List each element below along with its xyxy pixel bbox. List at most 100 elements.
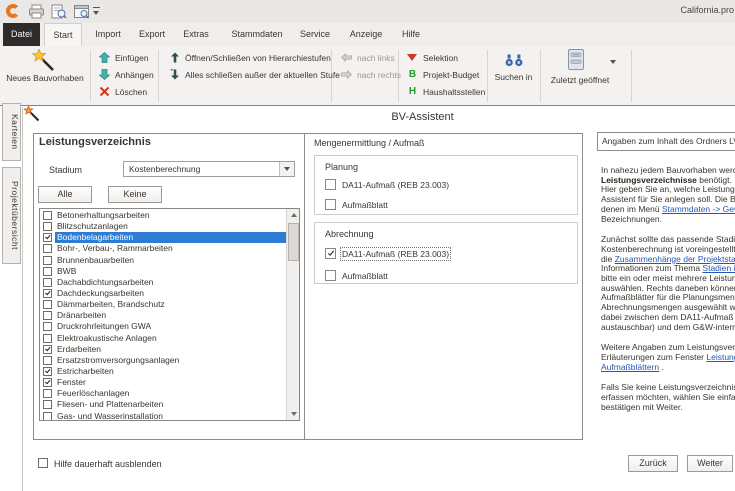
selektion-button[interactable]: Selektion <box>406 50 458 65</box>
list-item[interactable]: Bohr-, Verbau-, Rammarbeiten <box>40 243 286 254</box>
scroll-up-icon[interactable] <box>287 209 300 222</box>
item-checkbox[interactable] <box>43 389 52 398</box>
list-item[interactable]: Erdarbeiten <box>40 344 286 355</box>
tab-anzeige[interactable]: Anzeige <box>344 23 388 46</box>
tab-service[interactable]: Service <box>294 23 336 46</box>
item-checkbox[interactable] <box>43 334 52 343</box>
item-checkbox[interactable] <box>43 267 52 276</box>
loeschen-button[interactable]: Löschen <box>98 84 147 99</box>
help-text: . <box>659 362 664 372</box>
item-checkbox[interactable] <box>43 300 52 309</box>
planung-aufmassblatt-checkbox-row[interactable]: Aufmaßblatt <box>325 199 388 210</box>
print-icon[interactable] <box>28 4 45 19</box>
help-link[interactable]: Stadien in <box>702 263 735 273</box>
item-label: Estricharbeiten <box>55 366 286 377</box>
list-item[interactable]: Dachabdichtungsarbeiten <box>40 277 286 288</box>
list-item[interactable]: BWB <box>40 266 286 277</box>
keine-button[interactable]: Keine <box>108 186 162 203</box>
item-checkbox[interactable] <box>43 256 52 265</box>
abrechnung-da11-checkbox[interactable] <box>325 248 336 259</box>
item-checkbox[interactable] <box>43 211 52 220</box>
stadium-combobox[interactable]: Kostenberechnung <box>123 161 295 177</box>
item-checkbox[interactable] <box>43 233 52 242</box>
list-item[interactable]: Brunnenbauarbeiten <box>40 255 286 266</box>
haushaltsstellen-button[interactable]: H Haushaltsstellen <box>406 84 485 99</box>
tab-datei[interactable]: Datei <box>3 23 40 46</box>
list-item[interactable]: Blitzschutzanlagen <box>40 221 286 232</box>
item-checkbox[interactable] <box>43 289 52 298</box>
zuletzt-geoeffnet-button[interactable]: Zuletzt geöffnet <box>540 46 620 106</box>
list-item[interactable]: Dränarbeiten <box>40 310 286 321</box>
window-preview-icon[interactable] <box>73 4 90 19</box>
scrollbar-thumb[interactable] <box>288 223 299 261</box>
help-text: denen im Menü <box>601 204 662 214</box>
item-checkbox[interactable] <box>43 400 52 409</box>
list-item[interactable]: Ersatzstromversorgungsanlagen <box>40 355 286 366</box>
list-item[interactable]: Estricharbeiten <box>40 366 286 377</box>
tab-stammdaten[interactable]: Stammdaten <box>222 23 292 46</box>
scroll-down-icon[interactable] <box>287 407 300 420</box>
planung-da11-checkbox-row[interactable]: DA11-Aufmaß (REB 23.003) <box>325 179 449 190</box>
sidebar-tab-karteien[interactable]: Karteien <box>2 103 21 161</box>
item-checkbox[interactable] <box>43 322 52 331</box>
tab-extras[interactable]: Extras <box>176 23 216 46</box>
combo-dropdown-icon[interactable] <box>279 162 294 176</box>
einfuegen-button[interactable]: Einfügen <box>98 50 149 65</box>
item-checkbox[interactable] <box>43 345 52 354</box>
list-item[interactable]: Bodenbelagarbeiten <box>40 232 286 243</box>
abrechnung-da11-checkbox-row[interactable]: DA11-Aufmaß (REB 23.003) <box>325 248 449 259</box>
alle-button[interactable]: Alle <box>38 186 92 203</box>
neues-bauvorhaben-button[interactable]: Neues Bauvorhaben <box>0 46 90 106</box>
item-checkbox[interactable] <box>43 278 52 287</box>
list-item[interactable]: Dämmarbeiten, Brandschutz <box>40 299 286 310</box>
print-preview-icon[interactable] <box>50 4 67 19</box>
planung-da11-checkbox[interactable] <box>325 179 336 190</box>
tab-hilfe[interactable]: Hilfe <box>396 23 426 46</box>
list-item[interactable]: Elektroakustische Anlagen <box>40 333 286 344</box>
item-checkbox[interactable] <box>43 222 52 231</box>
haushalt-h-icon: H <box>406 86 419 97</box>
sidebar-tab-projektuebersicht[interactable]: Projektübersicht <box>2 167 21 264</box>
selektion-label: Selektion <box>423 53 458 63</box>
quick-access-dropdown-icon[interactable] <box>92 7 101 16</box>
window-title: California.pro <box>680 5 734 15</box>
zurueck-button[interactable]: Zurück <box>628 455 678 472</box>
nach-links-button[interactable]: nach links <box>340 50 395 65</box>
help-link[interactable]: Leistung <box>706 352 735 362</box>
nach-rechts-button[interactable]: nach rechts <box>340 67 401 82</box>
list-item[interactable]: Betonerhaltungsarbeiten <box>40 210 286 221</box>
list-item[interactable]: Gas- und Wasserinstallation <box>40 411 286 421</box>
item-checkbox[interactable] <box>43 311 52 320</box>
list-item[interactable]: Druckrohrleitungen GWA <box>40 321 286 332</box>
item-checkbox[interactable] <box>43 412 52 421</box>
planung-aufmassblatt-checkbox[interactable] <box>325 199 336 210</box>
abrechnung-aufmassblatt-checkbox[interactable] <box>325 270 336 281</box>
help-link[interactable]: Stammdaten -> Gew <box>662 204 735 214</box>
tab-export[interactable]: Export <box>133 23 171 46</box>
weiter-button[interactable]: Weiter <box>687 455 733 472</box>
item-checkbox[interactable] <box>43 378 52 387</box>
list-item[interactable]: Fliesen- und Plattenarbeiten <box>40 399 286 410</box>
item-checkbox[interactable] <box>43 356 52 365</box>
list-item[interactable]: Feuerlöschanlagen <box>40 388 286 399</box>
help-link[interactable]: Zusammenhänge der Projektstad <box>615 254 735 264</box>
help-text: erfassen möchten, wählen Sie einfach <box>601 392 735 402</box>
hide-help-checkbox[interactable] <box>38 458 48 468</box>
help-link[interactable]: Aufmaßblättern <box>601 362 659 372</box>
tab-start[interactable]: Start <box>44 23 82 46</box>
list-item[interactable]: Dachdeckungsarbeiten <box>40 288 286 299</box>
list-scrollbar[interactable] <box>286 209 299 420</box>
suchen-in-button[interactable]: Suchen in <box>487 46 540 106</box>
abrechnung-aufmassblatt-checkbox-row[interactable]: Aufmaßblatt <box>325 270 388 281</box>
item-checkbox[interactable] <box>43 244 52 253</box>
zuletzt-dropdown-icon[interactable] <box>610 60 616 64</box>
hierarchiestufen-oeffnen-button[interactable]: Öffnen/Schließen von Hierarchiestufen <box>168 50 331 65</box>
help-text: Falls Sie keine Leistungsverzeichniss <box>601 382 735 392</box>
alles-schliessen-button[interactable]: Alles schließen außer der aktuellen Stuf… <box>168 67 340 82</box>
tab-import[interactable]: Import <box>88 23 128 46</box>
projekt-budget-button[interactable]: B Projekt-Budget <box>406 67 479 82</box>
stadium-value: Kostenberechnung <box>129 164 200 174</box>
anhaengen-button[interactable]: Anhängen <box>98 67 154 82</box>
list-item[interactable]: Fenster <box>40 377 286 388</box>
item-checkbox[interactable] <box>43 367 52 376</box>
